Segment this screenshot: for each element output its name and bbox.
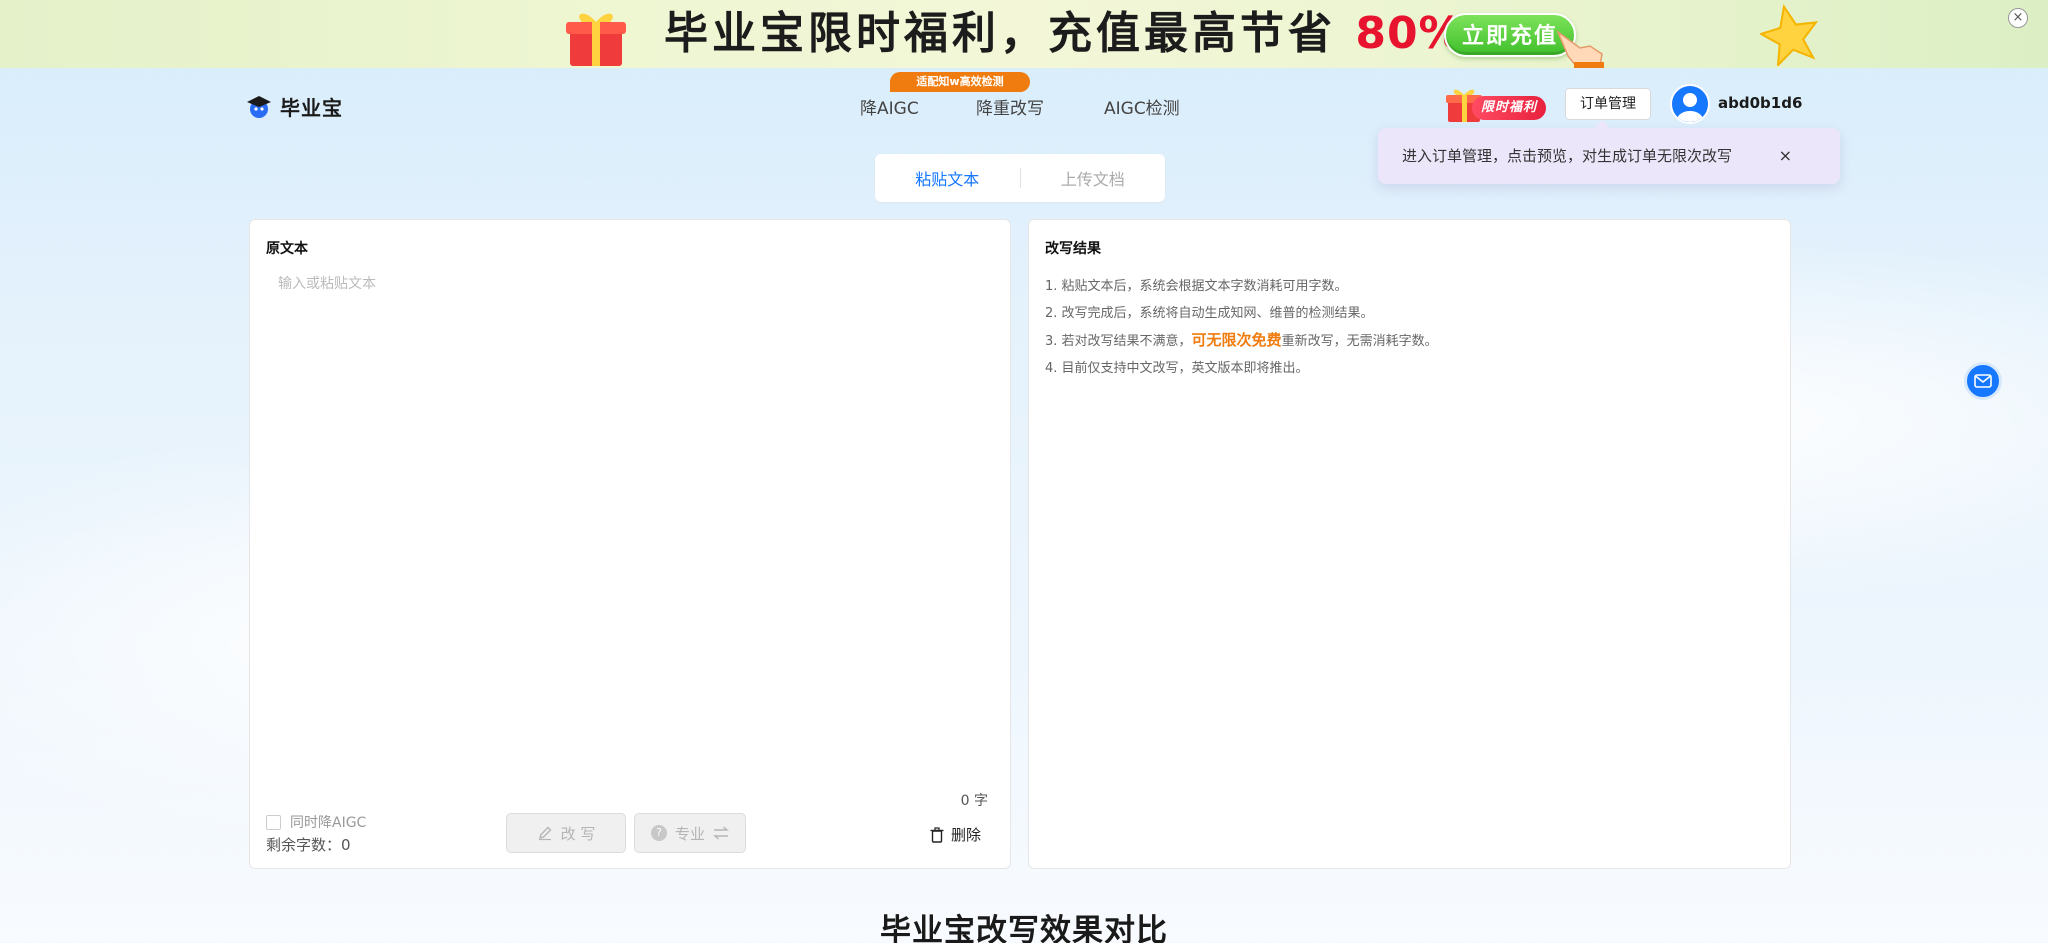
tip-item: 4. 目前仅支持中文改写，英文版本即将推出。 xyxy=(1045,360,1309,376)
feedback-mail-button[interactable] xyxy=(1964,362,2002,400)
tip-item: 3. 若对改写结果不满意，可无限次免费重新改写，无需消耗字数。 xyxy=(1045,327,1438,356)
comparison-heading: 毕业宝改写效果对比 xyxy=(880,913,1168,943)
logo[interactable]: 毕业宝 xyxy=(246,92,343,121)
delete-button-label: 删除 xyxy=(951,826,982,844)
nav-badge: 适配知w高效检测 xyxy=(890,72,1030,92)
remaining-words: 剩余字数：0 xyxy=(266,834,351,855)
mail-icon xyxy=(1974,374,1992,388)
promo-banner[interactable]: 毕业宝限时福利，充值最高节省 80% 立即充值 × xyxy=(0,0,2048,68)
graduation-cap-logo-icon xyxy=(247,95,271,118)
tip-highlight: 可无限次免费 xyxy=(1191,331,1282,349)
delete-button[interactable]: 删除 xyxy=(930,824,981,845)
rewrite-button[interactable]: 改 写 xyxy=(506,813,626,853)
remaining-value: 0 xyxy=(341,836,351,854)
input-mode-tabs: 粘贴文本 上传文档 xyxy=(875,154,1165,202)
banner-headline: 毕业宝限时福利，充值最高节省 80% xyxy=(664,8,1464,59)
nav-item-reduce-aigc[interactable]: 降AIGC xyxy=(860,94,919,119)
tab-paste-text[interactable]: 粘贴文本 xyxy=(875,166,1020,190)
pointing-hand-icon xyxy=(1556,29,1604,68)
same-aigc-option[interactable]: 同时降AIGC xyxy=(266,812,366,832)
remaining-label: 剩余字数： xyxy=(266,836,342,854)
swap-icon xyxy=(713,826,729,840)
same-aigc-label: 同时降AIGC xyxy=(290,815,367,831)
tip-item-prefix: 3. 若对改写结果不满意， xyxy=(1045,334,1192,349)
original-text-panel: 原文本 输入或粘贴文本 0 字 同时降AIGC 剩余字数：0 改 写 ? 专业 … xyxy=(249,219,1011,869)
tab-upload-document[interactable]: 上传文档 xyxy=(1021,166,1166,190)
nav-item-aigc-detect[interactable]: AIGC检测 xyxy=(1104,94,1180,119)
user-icon xyxy=(1677,93,1703,122)
rewrite-button-label: 改 写 xyxy=(560,824,596,843)
tooltip-close-icon[interactable]: × xyxy=(1779,128,1792,184)
word-count: 0 字 xyxy=(960,793,988,809)
logo-text: 毕业宝 xyxy=(280,96,343,120)
tip-item: 1. 粘贴文本后，系统会根据文本字数消耗可用字数。 xyxy=(1045,279,1348,294)
order-management-button[interactable]: 订单管理 xyxy=(1565,88,1651,120)
nav-item-rewrite[interactable]: 降重改写 xyxy=(976,94,1044,119)
original-text-input[interactable]: 输入或粘贴文本 xyxy=(278,273,376,293)
limited-offer-button[interactable]: 限时福利 xyxy=(1444,84,1548,124)
rewrite-result-panel: 改写结果 1. 粘贴文本后，系统会根据文本字数消耗可用字数。 2. 改写完成后，… xyxy=(1028,219,1791,869)
pencil-icon xyxy=(538,826,552,841)
tip-item: 2. 改写完成后，系统将自动生成知网、维普的检测结果。 xyxy=(1045,305,1374,321)
limited-offer-pill: 限时福利 xyxy=(1472,96,1546,120)
username[interactable]: abd0b1d6 xyxy=(1718,94,1802,112)
banner-close-button[interactable]: × xyxy=(2008,8,2028,28)
tooltip-text: 进入订单管理，点击预览，对生成订单无限次改写 xyxy=(1402,147,1733,165)
tip-item-suffix: 重新改写，无需消耗字数。 xyxy=(1281,334,1438,349)
same-aigc-checkbox[interactable] xyxy=(266,814,281,830)
pro-mode-label: 专业 xyxy=(674,824,705,843)
panel-title: 改写结果 xyxy=(1045,241,1101,257)
pro-mode-button[interactable]: ? 专业 xyxy=(634,813,746,853)
avatar[interactable] xyxy=(1670,84,1710,124)
trash-icon xyxy=(930,826,944,843)
order-tooltip: 进入订单管理，点击预览，对生成订单无限次改写 × xyxy=(1378,120,1840,184)
panel-title: 原文本 xyxy=(266,241,308,257)
gift-icon xyxy=(566,13,626,66)
star-icon xyxy=(1760,4,1819,66)
question-icon: ? xyxy=(650,825,667,841)
usage-tips: 1. 粘贴文本后，系统会根据文本字数消耗可用字数。 2. 改写完成后，系统将自动… xyxy=(1045,274,1438,382)
